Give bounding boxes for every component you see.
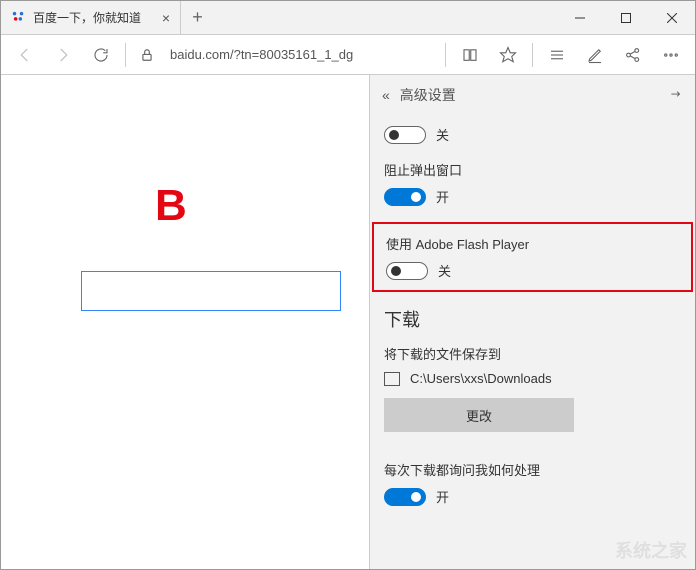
toggle-block-popup[interactable] xyxy=(384,188,426,206)
back-button[interactable] xyxy=(7,37,43,73)
search-input[interactable] xyxy=(81,271,341,311)
flash-label: 使用 Adobe Flash Player xyxy=(386,234,679,253)
url-text: baidu.com/?tn=80035161_1_dg xyxy=(170,47,353,62)
browser-tab[interactable]: 百度一下，你就知道 × xyxy=(1,1,181,34)
panel-header: « 高级设置 xyxy=(370,75,695,115)
close-button[interactable] xyxy=(649,1,695,34)
baidu-favicon-icon xyxy=(11,9,25,26)
flash-highlight: 使用 Adobe Flash Player 关 xyxy=(372,222,693,292)
block-popup-label: 阻止弹出窗口 xyxy=(384,160,681,179)
page-content: B « 高级设置 关 阻止弹出窗口 开 xyxy=(1,75,695,569)
reading-view-button[interactable] xyxy=(452,37,488,73)
download-section-title: 下载 xyxy=(384,306,681,332)
advanced-settings-panel: « 高级设置 关 阻止弹出窗口 开 使用 Adobe Fl xyxy=(369,75,695,569)
download-path-row: C:\Users\xxs\Downloads xyxy=(384,371,681,386)
change-button[interactable]: 更改 xyxy=(384,398,574,432)
ask-each-label: 每次下载都询问我如何处理 xyxy=(384,460,681,479)
panel-body: 关 阻止弹出窗口 开 使用 Adobe Flash Player 关 下载 将下… xyxy=(370,115,695,569)
download-path: C:\Users\xxs\Downloads xyxy=(410,371,552,386)
more-button[interactable] xyxy=(653,37,689,73)
toggle-state: 开 xyxy=(436,487,449,506)
maximize-button[interactable] xyxy=(603,1,649,34)
new-tab-button[interactable]: + xyxy=(181,1,215,34)
address-bar[interactable]: baidu.com/?tn=80035161_1_dg xyxy=(164,47,439,62)
refresh-button[interactable] xyxy=(83,37,119,73)
panel-title: 高级设置 xyxy=(400,85,659,105)
window-controls xyxy=(557,1,695,34)
hub-button[interactable] xyxy=(539,37,575,73)
panel-back-icon[interactable]: « xyxy=(382,87,390,103)
download-path-label: 将下载的文件保存到 xyxy=(384,344,681,363)
favorite-button[interactable] xyxy=(490,37,526,73)
baidu-logo: B xyxy=(155,181,185,231)
pin-icon[interactable] xyxy=(669,87,683,104)
folder-icon xyxy=(384,372,400,386)
toggle-flash[interactable] xyxy=(386,262,428,280)
title-bar: 百度一下，你就知道 × + xyxy=(1,1,695,35)
toggle-state: 关 xyxy=(436,125,449,144)
toggle-state: 关 xyxy=(438,261,451,280)
toolbar: baidu.com/?tn=80035161_1_dg xyxy=(1,35,695,75)
share-button[interactable] xyxy=(615,37,651,73)
toggle-state: 开 xyxy=(436,187,449,206)
tab-title: 百度一下，你就知道 xyxy=(33,9,154,26)
forward-button[interactable] xyxy=(45,37,81,73)
lock-icon[interactable] xyxy=(132,48,162,62)
toggle-unknown[interactable] xyxy=(384,126,426,144)
minimize-button[interactable] xyxy=(557,1,603,34)
toggle-ask-each[interactable] xyxy=(384,488,426,506)
notes-button[interactable] xyxy=(577,37,613,73)
tab-close-icon[interactable]: × xyxy=(162,10,170,26)
